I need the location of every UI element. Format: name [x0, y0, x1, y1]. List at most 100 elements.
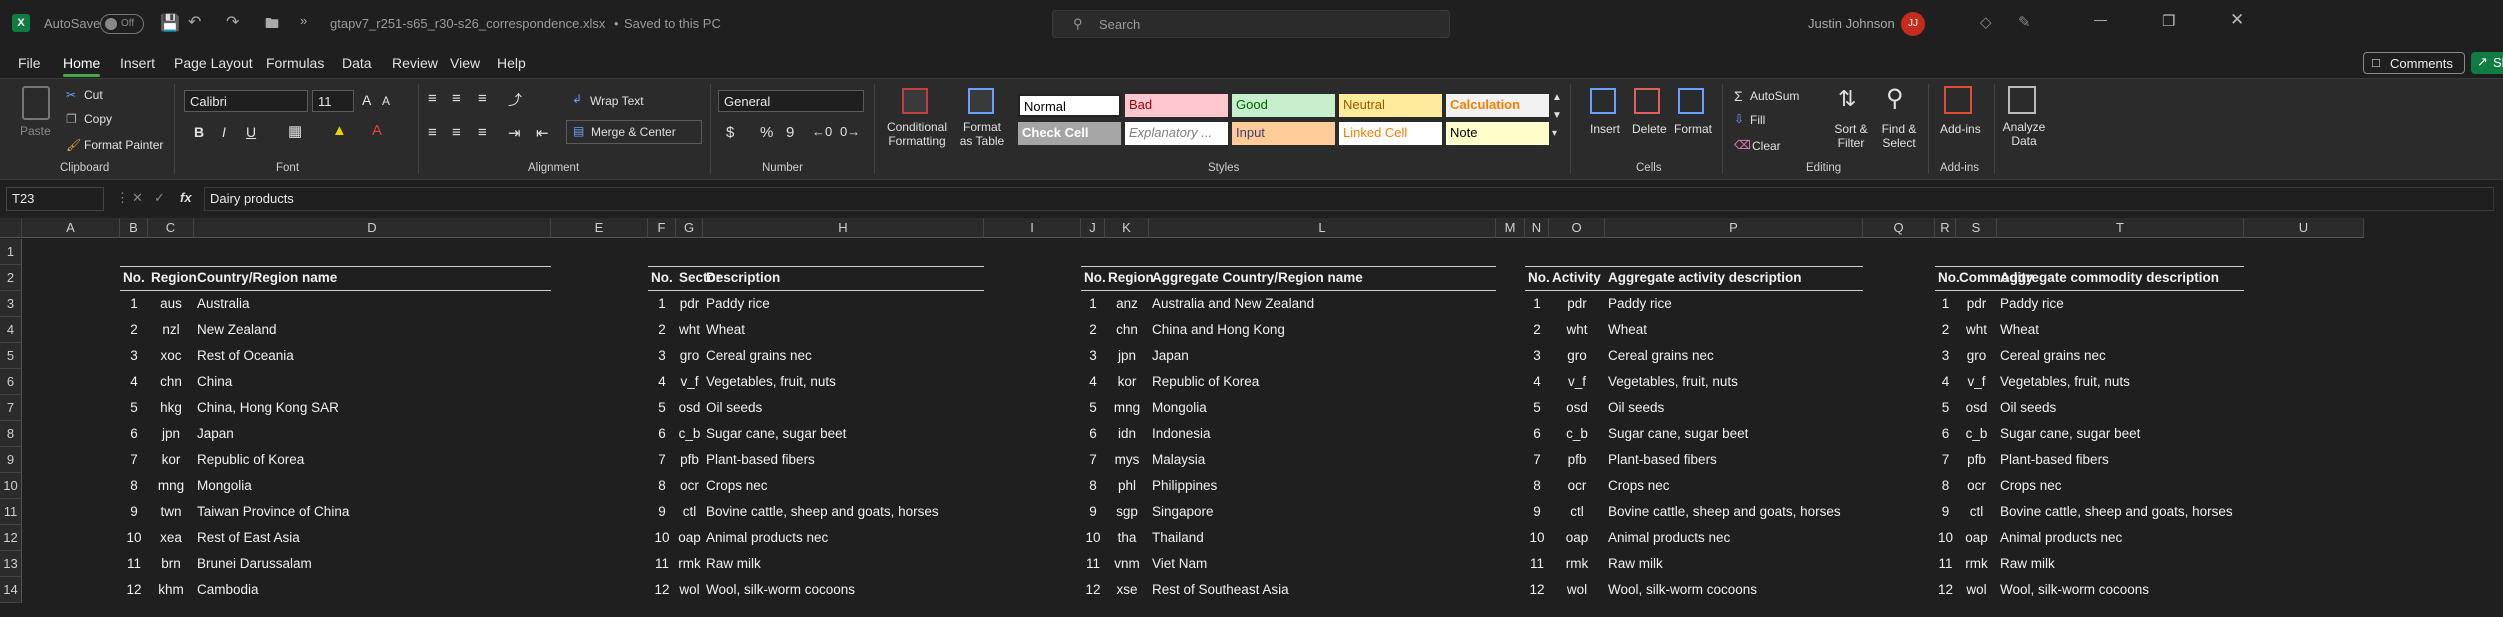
- table-cell[interactable]: wht: [1549, 317, 1605, 343]
- table-cell[interactable]: Mongolia: [197, 473, 252, 499]
- table-cell[interactable]: wol: [1549, 577, 1605, 603]
- sort-filter-button[interactable]: Sort & Filter: [1826, 122, 1876, 150]
- table-cell[interactable]: 7: [648, 447, 676, 473]
- table-cell[interactable]: anz: [1105, 291, 1149, 317]
- table-cell[interactable]: 9: [1525, 499, 1549, 525]
- decrease-decimal-icon[interactable]: 0→: [840, 124, 860, 139]
- table-cell[interactable]: xea: [148, 525, 194, 551]
- close-icon[interactable]: ✕: [2230, 10, 2244, 30]
- conditional-formatting-label[interactable]: Conditional Formatting: [884, 120, 950, 148]
- table-cell[interactable]: Viet Nam: [1152, 551, 1207, 577]
- save-icon[interactable]: 💾: [160, 13, 180, 33]
- menu-view[interactable]: View: [450, 55, 480, 71]
- table-cell[interactable]: Japan: [197, 421, 234, 447]
- table-cell[interactable]: Republic of Korea: [197, 447, 304, 473]
- table-cell[interactable]: gro: [1956, 343, 1997, 369]
- table-cell[interactable]: Cereal grains nec: [706, 343, 812, 369]
- column-header-g[interactable]: G: [676, 218, 703, 238]
- delete-cells-button[interactable]: Delete: [1632, 122, 1667, 136]
- conditional-formatting-icon[interactable]: [902, 88, 928, 114]
- table-cell[interactable]: chn: [148, 369, 194, 395]
- row-header-9[interactable]: 9: [0, 447, 22, 473]
- column-header-a[interactable]: A: [22, 218, 120, 238]
- table-cell[interactable]: Paddy rice: [1608, 291, 1672, 317]
- style-good[interactable]: Good: [1232, 94, 1335, 117]
- menu-page-layout[interactable]: Page Layout: [174, 55, 253, 71]
- table-cell[interactable]: 12: [120, 577, 148, 603]
- table-cell[interactable]: Raw milk: [2000, 551, 2055, 577]
- table-header-cell[interactable]: No.: [1938, 265, 1960, 291]
- column-header-t[interactable]: T: [1997, 218, 2244, 238]
- table-cell[interactable]: Rest of Southeast Asia: [1152, 577, 1289, 603]
- table-cell[interactable]: Paddy rice: [706, 291, 770, 317]
- table-cell[interactable]: wol: [676, 577, 703, 603]
- table-cell[interactable]: 6: [1935, 421, 1956, 447]
- menu-formulas[interactable]: Formulas: [266, 55, 324, 71]
- table-cell[interactable]: 12: [1081, 577, 1105, 603]
- table-cell[interactable]: 3: [1525, 343, 1549, 369]
- table-cell[interactable]: Paddy rice: [2000, 291, 2064, 317]
- table-cell[interactable]: ctl: [1956, 499, 1997, 525]
- outdent-icon[interactable]: ⇤: [536, 124, 549, 142]
- table-cell[interactable]: 10: [120, 525, 148, 551]
- search-box[interactable]: ⚲ Search: [1052, 10, 1450, 38]
- style-input[interactable]: Input: [1232, 122, 1335, 145]
- font-size-select[interactable]: 11: [312, 90, 354, 112]
- table-header-cell[interactable]: No.: [1084, 265, 1106, 291]
- table-cell[interactable]: Plant-based fibers: [1608, 447, 1717, 473]
- table-cell[interactable]: 1: [1935, 291, 1956, 317]
- column-header-l[interactable]: L: [1149, 218, 1496, 238]
- table-cell[interactable]: 6: [120, 421, 148, 447]
- table-cell[interactable]: 10: [1081, 525, 1105, 551]
- table-cell[interactable]: 9: [1081, 499, 1105, 525]
- table-cell[interactable]: 1: [120, 291, 148, 317]
- row-header-8[interactable]: 8: [0, 421, 22, 447]
- column-header-q[interactable]: Q: [1863, 218, 1935, 238]
- orientation-icon[interactable]: ⤴: [508, 90, 522, 110]
- table-cell[interactable]: 10: [1935, 525, 1956, 551]
- menu-file[interactable]: File: [18, 55, 41, 71]
- name-box[interactable]: T23: [6, 187, 104, 211]
- user-avatar[interactable]: JJ: [1901, 12, 1925, 36]
- table-cell[interactable]: 9: [1935, 499, 1956, 525]
- table-cell[interactable]: 11: [120, 551, 148, 577]
- delete-cells-icon[interactable]: [1634, 88, 1660, 114]
- underline-button[interactable]: U: [246, 124, 256, 140]
- column-header-j[interactable]: J: [1081, 218, 1105, 238]
- insert-function-button[interactable]: fx: [180, 190, 192, 205]
- table-cell[interactable]: kor: [148, 447, 194, 473]
- table-cell[interactable]: 4: [1935, 369, 1956, 395]
- font-name-select[interactable]: Calibri: [184, 90, 308, 112]
- column-header-r[interactable]: R: [1935, 218, 1956, 238]
- table-header-cell[interactable]: Aggregate commodity description: [2000, 265, 2219, 291]
- table-cell[interactable]: 3: [648, 343, 676, 369]
- restore-icon[interactable]: ❐: [2162, 12, 2175, 30]
- table-cell[interactable]: Animal products nec: [706, 525, 828, 551]
- table-cell[interactable]: 6: [1525, 421, 1549, 447]
- autosum-button[interactable]: AutoSum: [1750, 89, 1799, 103]
- table-cell[interactable]: 5: [648, 395, 676, 421]
- table-cell[interactable]: Sugar cane, sugar beet: [2000, 421, 2140, 447]
- table-cell[interactable]: Philippines: [1152, 473, 1217, 499]
- copy-button[interactable]: Copy: [84, 112, 112, 126]
- table-cell[interactable]: xse: [1105, 577, 1149, 603]
- table-cell[interactable]: Vegetables, fruit, nuts: [1608, 369, 1738, 395]
- style-neutral[interactable]: Neutral: [1339, 94, 1442, 117]
- table-cell[interactable]: Animal products nec: [1608, 525, 1730, 551]
- table-cell[interactable]: osd: [676, 395, 703, 421]
- grow-font-button[interactable]: A: [362, 92, 371, 108]
- addins-button[interactable]: Add-ins: [1940, 122, 1981, 136]
- table-cell[interactable]: 7: [120, 447, 148, 473]
- table-cell[interactable]: phl: [1105, 473, 1149, 499]
- column-header-i[interactable]: I: [984, 218, 1081, 238]
- table-cell[interactable]: mys: [1105, 447, 1149, 473]
- table-cell[interactable]: ctl: [676, 499, 703, 525]
- increase-decimal-icon[interactable]: ←0: [812, 124, 832, 139]
- select-all-corner[interactable]: [0, 218, 22, 238]
- table-cell[interactable]: ocr: [676, 473, 703, 499]
- table-cell[interactable]: 5: [1081, 395, 1105, 421]
- table-cell[interactable]: 11: [648, 551, 676, 577]
- align-bottom-icon[interactable]: ≡: [478, 90, 487, 107]
- table-cell[interactable]: Wool, silk-worm cocoons: [706, 577, 855, 603]
- table-cell[interactable]: 7: [1935, 447, 1956, 473]
